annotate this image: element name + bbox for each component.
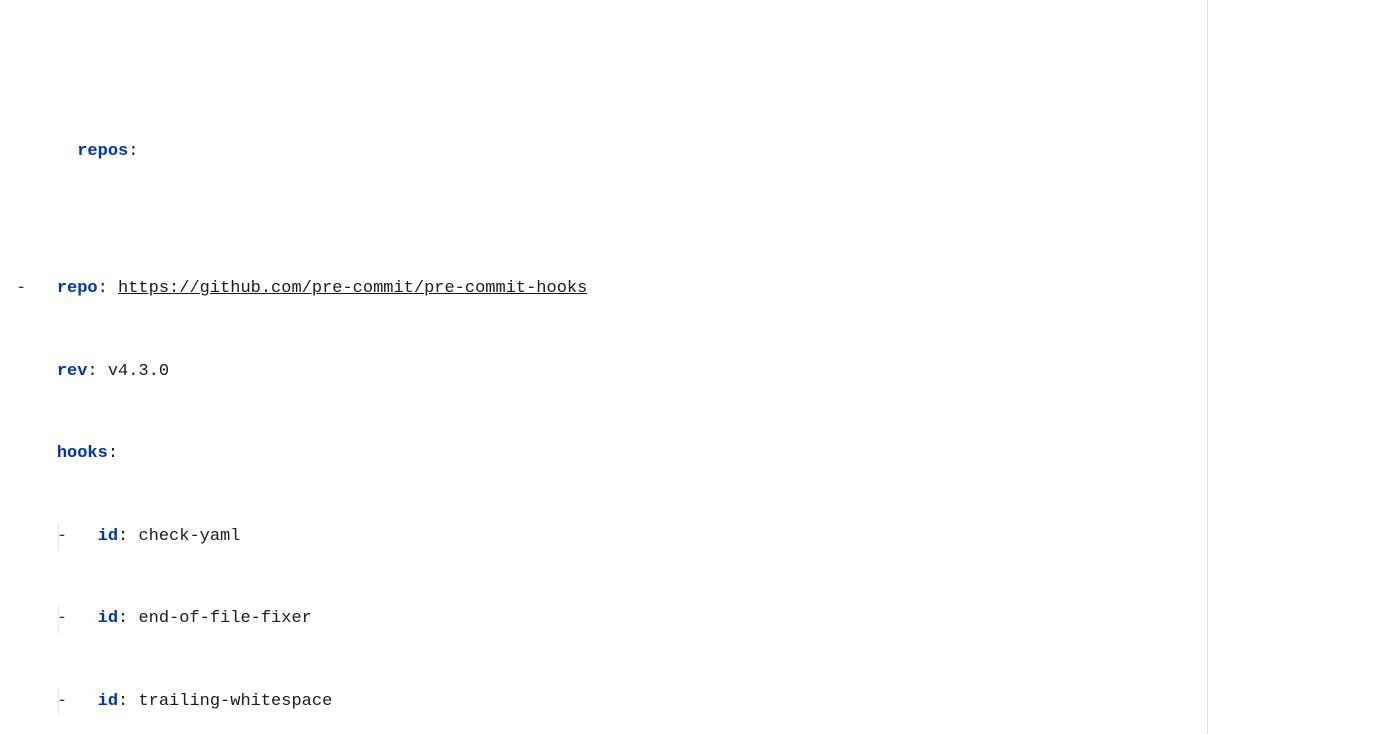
hook-id: check-yaml	[138, 527, 240, 546]
repo-url[interactable]: https://github.com/pre-commit/pre-commit…	[118, 279, 587, 298]
code-line[interactable]: - repo: https://github.com/pre-commit/pr…	[16, 275, 1400, 303]
yaml-key: id	[98, 609, 118, 628]
rev-value: v4.3.0	[108, 362, 169, 381]
code-line[interactable]: - id: check-yaml	[16, 523, 1400, 551]
code-line[interactable]: - id: end-of-file-fixer	[16, 605, 1400, 633]
colon: :	[128, 142, 138, 161]
code-editor[interactable]: repos: - repo: https://github.com/pre-co…	[0, 0, 1400, 734]
yaml-key: hooks	[57, 444, 108, 463]
code-line[interactable]: rev: v4.3.0	[16, 358, 1400, 386]
code-line[interactable]: hooks:	[16, 440, 1400, 468]
yaml-key: rev	[57, 362, 88, 381]
yaml-key: repos	[77, 142, 128, 161]
yaml-key: repo	[57, 279, 98, 298]
code-line[interactable]: - id: trailing-whitespace	[16, 688, 1400, 716]
yaml-key: id	[98, 527, 118, 546]
hook-id: trailing-whitespace	[138, 692, 332, 711]
code-line[interactable]: repos:	[16, 138, 1400, 166]
yaml-key: id	[98, 692, 118, 711]
hook-id: end-of-file-fixer	[138, 609, 311, 628]
list-dash: -	[16, 279, 26, 298]
